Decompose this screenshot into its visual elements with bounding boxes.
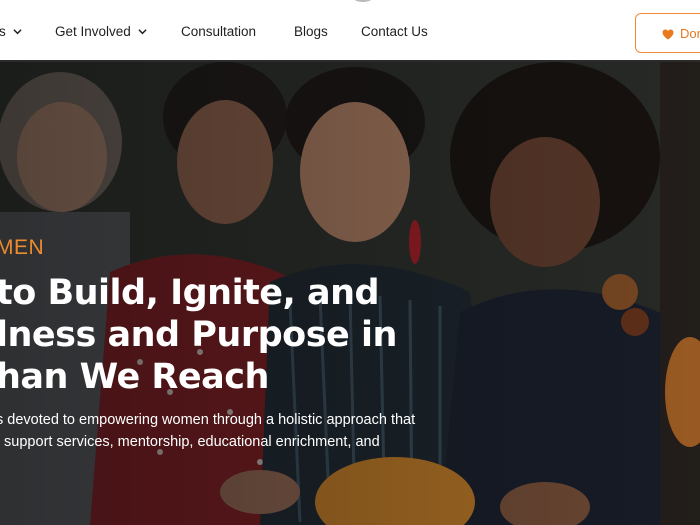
heart-icon xyxy=(662,28,674,43)
nav-item-label: Contact Us xyxy=(361,24,428,39)
logo-fragment xyxy=(348,0,378,2)
donate-label: Don xyxy=(680,25,700,41)
headline-line: to Build, Ignite, and xyxy=(0,273,380,313)
description-line: s devoted to empowering women through a … xyxy=(0,412,416,428)
nav-item-label: s xyxy=(0,24,6,39)
hero-headline: to Build, Ignite, and lness and Purpose … xyxy=(0,272,516,398)
nav-item-dropdown-partial[interactable]: s xyxy=(0,24,22,39)
chevron-down-icon xyxy=(138,27,147,36)
top-navigation: s Get Involved Consultation Blogs Contac… xyxy=(0,0,700,62)
nav-item-label: Get Involved xyxy=(55,24,131,39)
nav-item-label: Blogs xyxy=(294,24,328,39)
description-line: , support services, mentorship, educatio… xyxy=(0,434,380,450)
nav-item-get-involved[interactable]: Get Involved xyxy=(55,24,147,39)
nav-item-contact-us[interactable]: Contact Us xyxy=(361,24,428,39)
nav-item-label: Consultation xyxy=(181,24,257,39)
donate-button[interactable]: Don xyxy=(635,13,700,53)
hero-eyebrow: MEN xyxy=(0,236,45,259)
chevron-down-icon xyxy=(13,27,22,36)
hero-description: s devoted to empowering women through a … xyxy=(0,409,476,453)
headline-line: han We Reach xyxy=(0,357,269,397)
headline-line: lness and Purpose in xyxy=(0,315,397,355)
hero-banner: MEN to Build, Ignite, and lness and Purp… xyxy=(0,62,700,525)
nav-item-blogs[interactable]: Blogs xyxy=(294,24,328,39)
nav-item-consultation[interactable]: Consultation xyxy=(181,24,256,39)
